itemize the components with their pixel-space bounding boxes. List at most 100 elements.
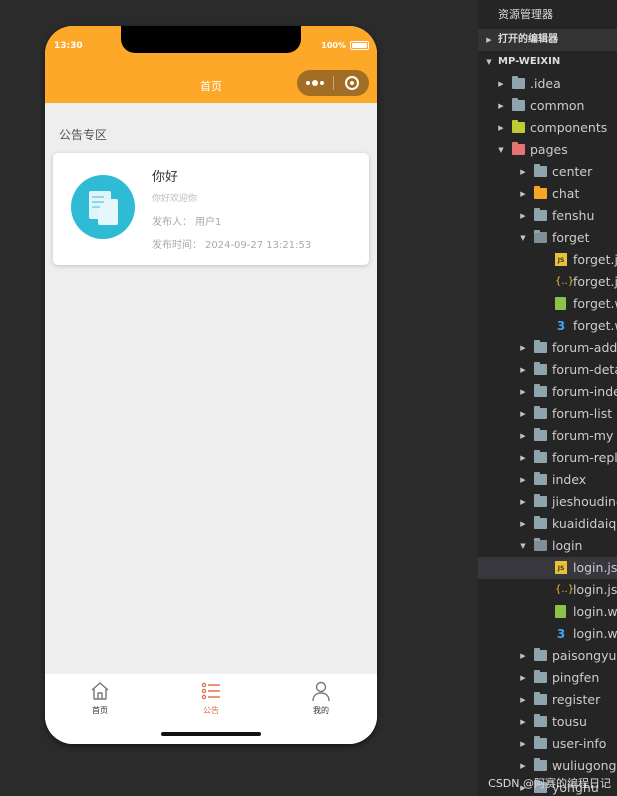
tree-item[interactable]: ▶ forum-index: [478, 381, 617, 403]
folder-icon: [534, 406, 547, 419]
wxss-file-icon: 3: [556, 627, 566, 641]
tree-item[interactable]: ▶ wuliugongsi: [478, 755, 617, 777]
tree-item[interactable]: ▼ pages: [478, 139, 617, 161]
chevron-right-icon: ▶: [520, 168, 526, 176]
folder-icon: [534, 340, 547, 353]
folder-icon: [534, 428, 547, 441]
watermark: CSDN @阿赛的编程日记: [488, 777, 611, 790]
tree-item[interactable]: ▶ forum-detail: [478, 359, 617, 381]
tree-item[interactable]: ▶ .idea: [478, 73, 617, 95]
tree-item-label: login.wxml: [573, 604, 617, 619]
folder-icon: [534, 494, 547, 507]
navigation-bar: 13:30 100% 首页: [45, 26, 377, 103]
chevron-right-icon: ▶: [520, 476, 526, 484]
tree-item-label: forum-add-o: [552, 340, 617, 355]
announcement-card[interactable]: 你好 你好欢迎你 发布人： 用户1 发布时间： 2024-09-27 13:21:5…: [53, 153, 369, 265]
open-editors-section[interactable]: ▶ 打开的编辑器: [478, 29, 617, 51]
chevron-right-icon: ▶: [520, 696, 526, 704]
folder-icon: [534, 472, 547, 485]
tree-item[interactable]: ▼ forget: [478, 227, 617, 249]
tree-item[interactable]: ▶ center: [478, 161, 617, 183]
card-subtitle: 你好欢迎你: [152, 194, 198, 204]
tree-item-label: pingfen: [552, 670, 600, 685]
tree-item-label: components: [530, 120, 608, 135]
chevron-right-icon: ▶: [498, 124, 504, 132]
close-mini-program-button[interactable]: [334, 76, 369, 90]
chevron-right-icon: ▶: [498, 102, 504, 110]
tree-item[interactable]: ▶ pingfen: [478, 667, 617, 689]
tree-item[interactable]: {..}login.json: [478, 579, 617, 601]
tree-item[interactable]: {..}forget.json: [478, 271, 617, 293]
chevron-right-icon: ▶: [520, 454, 526, 462]
tree-item-label: pages: [530, 142, 568, 157]
card-time: 发布时间： 2024-09-27 13:21:53: [152, 236, 311, 251]
tree-item-label: center: [552, 164, 593, 179]
tree-item[interactable]: login.wxml: [478, 601, 617, 623]
tree-item-label: login.js: [573, 560, 617, 575]
tree-item-label: jieshoudingd: [552, 494, 617, 509]
tree-item[interactable]: JS login.js: [478, 557, 617, 579]
tree-item[interactable]: JS forget.js: [478, 249, 617, 271]
tab-mine[interactable]: 我的: [291, 680, 351, 716]
document-icon: [71, 175, 135, 239]
publisher-value: 用户1: [195, 217, 222, 228]
tree-item-label: tousu: [552, 714, 587, 729]
chevron-right-icon: ▶: [520, 762, 526, 770]
tree-item[interactable]: ▶ register: [478, 689, 617, 711]
tree-item[interactable]: ▶ forum-reply: [478, 447, 617, 469]
tree-item[interactable]: ▶ components: [478, 117, 617, 139]
tree-item[interactable]: forget.wxml: [478, 293, 617, 315]
tree-item[interactable]: ▶ tousu: [478, 711, 617, 733]
chevron-right-icon: ▶: [520, 366, 526, 374]
tree-item[interactable]: ▶ forum-list: [478, 403, 617, 425]
chevron-right-icon: ▶: [498, 80, 504, 88]
tree-item-label: forget.js: [573, 252, 617, 267]
tree-item[interactable]: ▶ index: [478, 469, 617, 491]
list-icon: [201, 682, 220, 700]
folder-icon: [512, 98, 525, 111]
folder-open-icon: [534, 230, 547, 243]
tab-announcement[interactable]: 公告: [181, 680, 241, 716]
tree-item-label: login.json: [573, 582, 617, 597]
tree-item[interactable]: ▶ kuaididaiqu: [478, 513, 617, 535]
tree-item[interactable]: 3 login.wxss: [478, 623, 617, 645]
chevron-right-icon: ▶: [520, 520, 526, 528]
tree-item-label: fenshu: [552, 208, 595, 223]
tree-item[interactable]: ▶ forum-my: [478, 425, 617, 447]
tree-item-label: forget: [552, 230, 590, 245]
tree-item[interactable]: ▼ login: [478, 535, 617, 557]
tree-item[interactable]: ▶ paisongyuan: [478, 645, 617, 667]
chevron-down-icon: ▼: [498, 146, 504, 154]
more-icon[interactable]: [297, 80, 333, 86]
tree-item[interactable]: ▶ chat: [478, 183, 617, 205]
file-tree: ▶ .idea ▶ common ▶ components ▼ pages ▶ center ▶ ch…: [478, 73, 617, 796]
tree-item-label: index: [552, 472, 587, 487]
tree-item-label: user-info: [552, 736, 607, 751]
tab-home[interactable]: 首页: [70, 680, 130, 716]
folder-icon: [534, 714, 547, 727]
tree-item[interactable]: ▶ common: [478, 95, 617, 117]
tree-item-label: forum-my: [552, 428, 614, 443]
tree-item[interactable]: ▶ forum-add-o: [478, 337, 617, 359]
battery-percent: 100%: [321, 41, 346, 50]
chevron-right-icon: ▶: [520, 388, 526, 396]
tree-item[interactable]: ▶ user-info: [478, 733, 617, 755]
phone-simulator: 13:30 100% 首页 公告专区 你好 你好欢迎你 发布人： 用户1 发布时…: [45, 26, 377, 744]
tree-item-label: forget.json: [573, 274, 617, 289]
folder-icon: [534, 164, 547, 177]
wxml-file-icon: [555, 297, 566, 310]
tree-item-label: forum-reply: [552, 450, 617, 465]
battery-status: 100%: [321, 41, 369, 50]
tree-item[interactable]: ▶ jieshoudingd: [478, 491, 617, 513]
folder-icon: [512, 120, 525, 133]
menu-capsule[interactable]: [297, 70, 369, 96]
chevron-right-icon: ▶: [520, 674, 526, 682]
card-publisher: 发布人： 用户1: [152, 213, 221, 228]
json-file-icon: {..}: [555, 276, 575, 287]
publisher-label: 发布人：: [152, 217, 192, 228]
chevron-right-icon: ▶: [520, 718, 526, 726]
project-section[interactable]: ▼ MP-WEIXIN: [478, 51, 617, 73]
tab-mine-label: 我的: [313, 706, 329, 715]
tree-item[interactable]: ▶ fenshu: [478, 205, 617, 227]
tree-item[interactable]: 3 forget.wxss: [478, 315, 617, 337]
